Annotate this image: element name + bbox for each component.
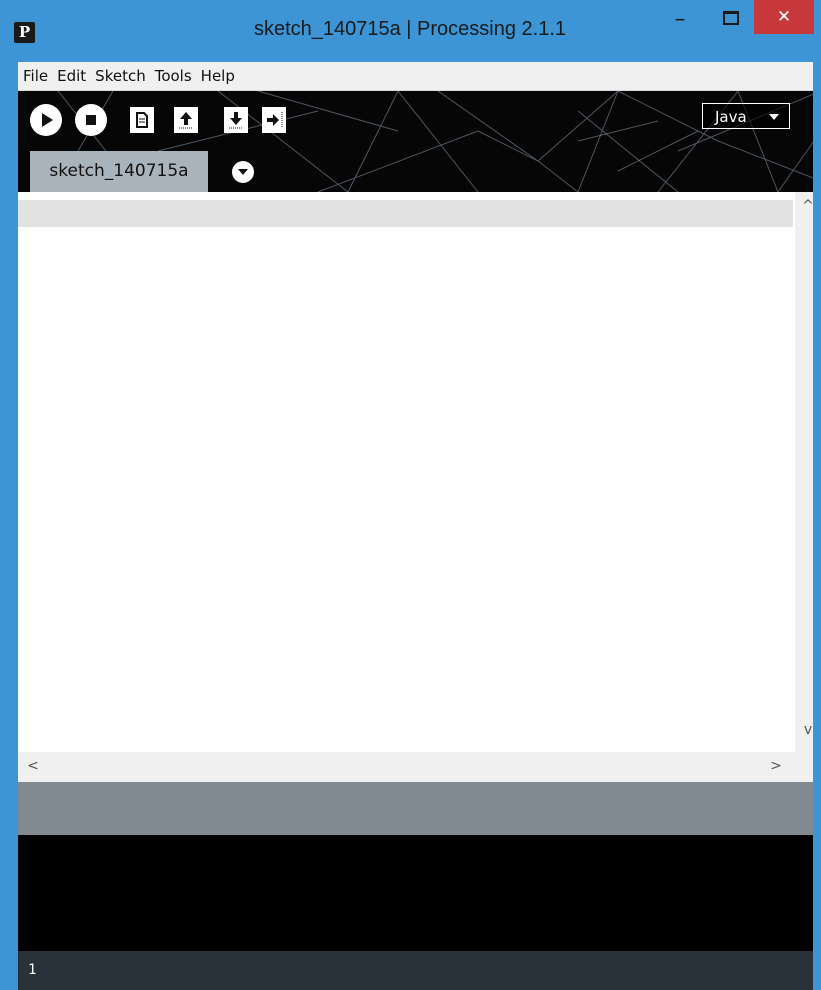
ide-frame: File Edit Sketch Tools Help Java sketch_… [18, 62, 821, 990]
stop-button[interactable] [75, 104, 107, 136]
console-area[interactable] [18, 835, 821, 951]
horizontal-scrollbar[interactable]: < > [18, 752, 795, 782]
menu-sketch[interactable]: Sketch [90, 64, 150, 88]
play-icon [42, 113, 53, 127]
window-border [813, 62, 821, 990]
title-bar[interactable]: P sketch_140715a | Processing 2.1.1 – ✕ [0, 0, 821, 62]
menu-help[interactable]: Help [196, 64, 239, 88]
scroll-right-icon[interactable]: > [763, 758, 789, 774]
export-arrow-icon [267, 112, 283, 128]
code-editor[interactable]: ^ v < > [18, 192, 821, 782]
maximize-button[interactable] [710, 0, 750, 40]
open-button[interactable] [174, 107, 198, 133]
minimize-button[interactable]: – [660, 0, 700, 40]
download-arrow-icon [229, 112, 243, 129]
scroll-left-icon[interactable]: < [20, 758, 46, 774]
save-button[interactable] [224, 107, 248, 133]
tab-sketch[interactable]: sketch_140715a [30, 151, 208, 192]
chevron-down-icon [769, 114, 779, 120]
run-button[interactable] [30, 104, 62, 136]
toolbar: Java sketch_140715a [18, 91, 821, 192]
processing-app-icon[interactable]: P [14, 22, 35, 43]
new-file-icon [136, 112, 148, 128]
menu-tools[interactable]: Tools [150, 64, 196, 88]
message-area [18, 782, 821, 835]
current-line-highlight [18, 200, 793, 227]
maximize-icon [723, 11, 739, 25]
window-title: sketch_140715a | Processing 2.1.1 [253, 18, 567, 40]
new-button[interactable] [130, 107, 154, 133]
stop-icon [86, 115, 96, 125]
export-button[interactable] [262, 107, 286, 133]
processing-window: P sketch_140715a | Processing 2.1.1 – ✕ … [0, 0, 821, 990]
close-button[interactable]: ✕ [754, 0, 814, 34]
menu-edit[interactable]: Edit [52, 64, 90, 88]
tab-menu-button[interactable] [232, 161, 254, 183]
mode-selector[interactable]: Java [702, 103, 790, 129]
mode-label: Java [715, 108, 747, 126]
menu-bar: File Edit Sketch Tools Help [18, 62, 821, 91]
menu-file[interactable]: File [18, 64, 52, 88]
upload-arrow-icon [179, 112, 193, 129]
line-number: 1 [28, 962, 37, 978]
status-footer: 1 [18, 951, 821, 990]
